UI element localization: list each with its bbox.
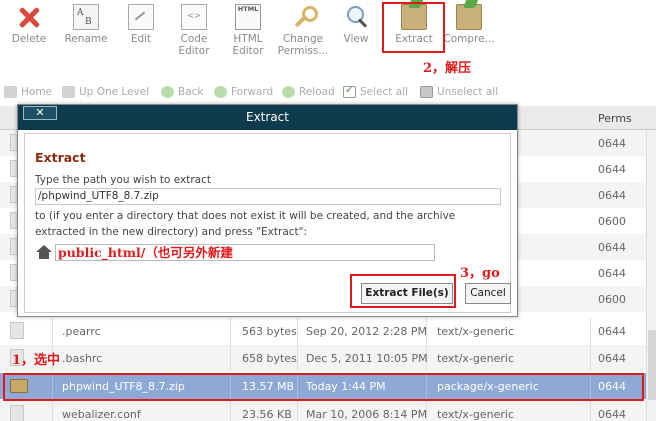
archive-path-field[interactable]: /phpwind_UTF8_8.7.zip: [35, 188, 501, 205]
annotation-go: 3，go: [460, 266, 500, 281]
navigation-bar: Home Up One Level Back Forward Reload Se…: [0, 82, 656, 104]
table-row[interactable]: webalizer.conf 23.56 KB Mar 10, 2006 8:1…: [0, 401, 656, 421]
unselect-all-link[interactable]: Unselect all: [420, 86, 498, 98]
forward-arrow-icon: [214, 86, 227, 98]
cancel-button[interactable]: Cancel: [465, 283, 511, 304]
home-label: Home: [21, 86, 53, 98]
key-icon: [290, 4, 318, 30]
up-label: Up One Level: [79, 86, 150, 98]
rename-icon: AB: [73, 4, 99, 30]
edit-icon: [128, 4, 154, 30]
file-perms: 0600: [598, 293, 626, 306]
file-size: 23.56 KB: [242, 408, 292, 421]
file-perms: 0644: [598, 189, 626, 202]
magnifier-icon: [343, 4, 369, 30]
extract-highlight-box: [382, 2, 445, 53]
back-label: Back: [178, 86, 204, 98]
compress-icon: [456, 4, 482, 30]
back-arrow-icon: [161, 86, 174, 98]
vertical-scrollbar[interactable]: [646, 130, 656, 421]
file-name: .pearrc: [62, 325, 101, 338]
edit-label: Edit: [130, 33, 152, 45]
file-perms: 0644: [598, 325, 626, 338]
checkbox-empty-icon: [420, 86, 433, 98]
reload-icon: [282, 86, 295, 98]
change-permissions-label: Change Permiss...: [277, 33, 329, 57]
dialog-note: to (if you enter a directory that does n…: [35, 210, 456, 238]
unselect-all-label: Unselect all: [437, 86, 499, 98]
home-icon: [4, 86, 17, 98]
up-folder-icon: [62, 86, 75, 98]
reload-link[interactable]: Reload: [282, 86, 335, 98]
dialog-heading: Extract: [35, 150, 86, 165]
rename-label: Rename: [64, 33, 108, 45]
reload-label: Reload: [299, 86, 335, 98]
extract-button-highlight-box: [350, 274, 456, 308]
file-type: text/x-generic: [437, 325, 515, 338]
select-all-label: Select all: [360, 86, 408, 98]
file-icon: [10, 405, 24, 421]
file-name: .bashrc: [62, 352, 103, 365]
html-editor-icon: HTML: [235, 4, 261, 30]
html-tag-text: HTML: [237, 5, 259, 13]
file-date: Mar 10, 2006 8:14 PM: [306, 408, 428, 421]
file-size: 658 bytes: [242, 352, 297, 365]
destination-path-input[interactable]: public_html/（也可另外新建: [55, 244, 435, 261]
file-perms: 0644: [598, 408, 626, 421]
table-row[interactable]: .bashrc 658 bytes Dec 5, 2011 10:05 PM t…: [0, 345, 656, 371]
file-type: text/x-generic: [437, 408, 515, 421]
rename-button[interactable]: AB Rename: [57, 4, 115, 45]
selected-row-highlight-box: [3, 373, 644, 401]
code-editor-label: Code Editor: [178, 33, 210, 57]
delete-icon: [16, 4, 42, 30]
file-perms: 0644: [598, 137, 626, 150]
checkbox-checked-icon: [343, 85, 356, 98]
delete-button[interactable]: Delete: [0, 4, 58, 45]
html-editor-label: HTML Editor: [232, 33, 264, 57]
dialog-title: Extract: [246, 110, 289, 124]
file-perms: 0644: [598, 241, 626, 254]
file-size: 563 bytes: [242, 325, 297, 338]
select-all-link[interactable]: Select all: [343, 85, 408, 98]
compress-button[interactable]: Compre...: [440, 4, 498, 45]
home-icon: [36, 245, 52, 259]
forward-label: Forward: [231, 86, 274, 98]
annotation-extract: 2，解压: [423, 61, 472, 76]
code-editor-icon: <>: [181, 4, 207, 30]
dialog-title-bar: Extract ✕: [18, 105, 517, 130]
scrollbar-thumb[interactable]: [648, 330, 656, 400]
file-perms: 0644: [598, 163, 626, 176]
annotation-select: 1，选中: [12, 353, 61, 368]
file-perms: 0644: [598, 352, 626, 365]
toolbar: Delete AB Rename Edit <> Code Editor HTM…: [0, 0, 656, 80]
home-link[interactable]: Home: [4, 86, 52, 98]
table-row[interactable]: .pearrc 563 bytes Sep 20, 2012 2:28 PM t…: [0, 318, 656, 344]
html-editor-button[interactable]: HTML HTML Editor: [219, 4, 277, 57]
dialog-prompt: Type the path you wish to extract: [35, 174, 211, 186]
change-permissions-button[interactable]: Change Permiss...: [272, 4, 334, 57]
code-editor-button[interactable]: <> Code Editor: [165, 4, 223, 57]
file-type: text/x-generic: [437, 352, 515, 365]
edit-button[interactable]: Edit: [112, 4, 170, 45]
view-label: View: [343, 33, 369, 45]
delete-label: Delete: [11, 33, 47, 45]
back-link[interactable]: Back: [161, 86, 204, 98]
file-date: Sep 20, 2012 2:28 PM: [306, 325, 428, 338]
file-perms: 0600: [598, 215, 626, 228]
close-button[interactable]: ✕: [23, 106, 57, 120]
forward-link[interactable]: Forward: [214, 86, 273, 98]
perms-column-header[interactable]: Perms: [598, 112, 632, 125]
file-perms: 0644: [598, 267, 626, 280]
up-one-level-link[interactable]: Up One Level: [62, 86, 149, 98]
file-icon: [10, 322, 24, 339]
compress-label: Compre...: [443, 33, 495, 45]
file-date: Dec 5, 2011 10:05 PM: [306, 352, 428, 365]
file-name: webalizer.conf: [62, 408, 141, 421]
view-button[interactable]: View: [327, 4, 385, 45]
